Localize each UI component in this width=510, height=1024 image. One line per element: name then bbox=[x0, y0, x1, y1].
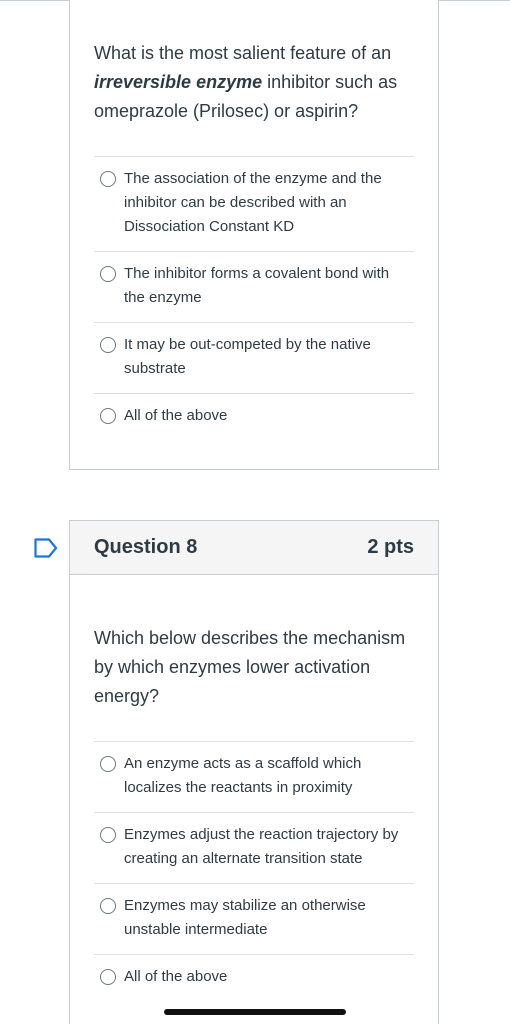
answer-option[interactable]: Enzymes adjust the reaction trajectory b… bbox=[94, 813, 414, 884]
answer-label: All of the above bbox=[124, 968, 228, 985]
question-8-header: Question 8 2 pts bbox=[70, 521, 438, 575]
answer-option[interactable]: All of the above bbox=[94, 955, 414, 1001]
question-7-text-emphasis: irreversible enzyme bbox=[94, 72, 263, 92]
question-title: Question 8 bbox=[94, 536, 198, 558]
question-7-text-start: What is the most salient feature of an bbox=[94, 43, 392, 63]
question-7-text: What is the most salient feature of an i… bbox=[70, 39, 438, 126]
radio-icon[interactable] bbox=[100, 969, 116, 985]
radio-icon[interactable] bbox=[100, 898, 116, 914]
answer-option[interactable]: Enzymes may stabilize an otherwise unsta… bbox=[94, 884, 414, 955]
radio-icon[interactable] bbox=[100, 171, 116, 187]
answer-option[interactable]: It may be out-competed by the native sub… bbox=[94, 323, 414, 394]
answer-option[interactable]: The association of the enzyme and the in… bbox=[94, 157, 414, 252]
radio-icon[interactable] bbox=[100, 266, 116, 282]
question-7-answers: The association of the enzyme and the in… bbox=[94, 156, 414, 440]
radio-icon[interactable] bbox=[100, 756, 116, 772]
question-7-card: What is the most salient feature of an i… bbox=[69, 0, 439, 470]
answer-label: The association of the enzyme and the in… bbox=[124, 170, 382, 235]
answer-label: Enzymes may stabilize an otherwise unsta… bbox=[124, 897, 366, 938]
answer-label: The inhibitor forms a covalent bond with… bbox=[124, 265, 390, 306]
answer-option[interactable]: All of the above bbox=[94, 394, 414, 440]
question-points: 2 pts bbox=[367, 536, 414, 558]
home-indicator bbox=[164, 1009, 346, 1015]
answer-label: All of the above bbox=[124, 407, 228, 424]
radio-icon[interactable] bbox=[100, 408, 116, 424]
flag-icon[interactable] bbox=[34, 538, 58, 558]
radio-icon[interactable] bbox=[100, 337, 116, 353]
answer-label: It may be out-competed by the native sub… bbox=[124, 336, 371, 377]
quiz-page: What is the most salient feature of an i… bbox=[0, 0, 510, 1024]
radio-icon[interactable] bbox=[100, 827, 116, 843]
question-8-answers: An enzyme acts as a scaffold which local… bbox=[94, 741, 414, 1001]
answer-option[interactable]: An enzyme acts as a scaffold which local… bbox=[94, 742, 414, 813]
question-8-text: Which below describes the mechanism by w… bbox=[94, 628, 406, 706]
question-8-card: Question 8 2 pts Which below describes t… bbox=[69, 520, 439, 1024]
answer-option[interactable]: The inhibitor forms a covalent bond with… bbox=[94, 252, 414, 323]
answer-label: Enzymes adjust the reaction trajectory b… bbox=[124, 826, 399, 867]
answer-label: An enzyme acts as a scaffold which local… bbox=[124, 755, 362, 796]
